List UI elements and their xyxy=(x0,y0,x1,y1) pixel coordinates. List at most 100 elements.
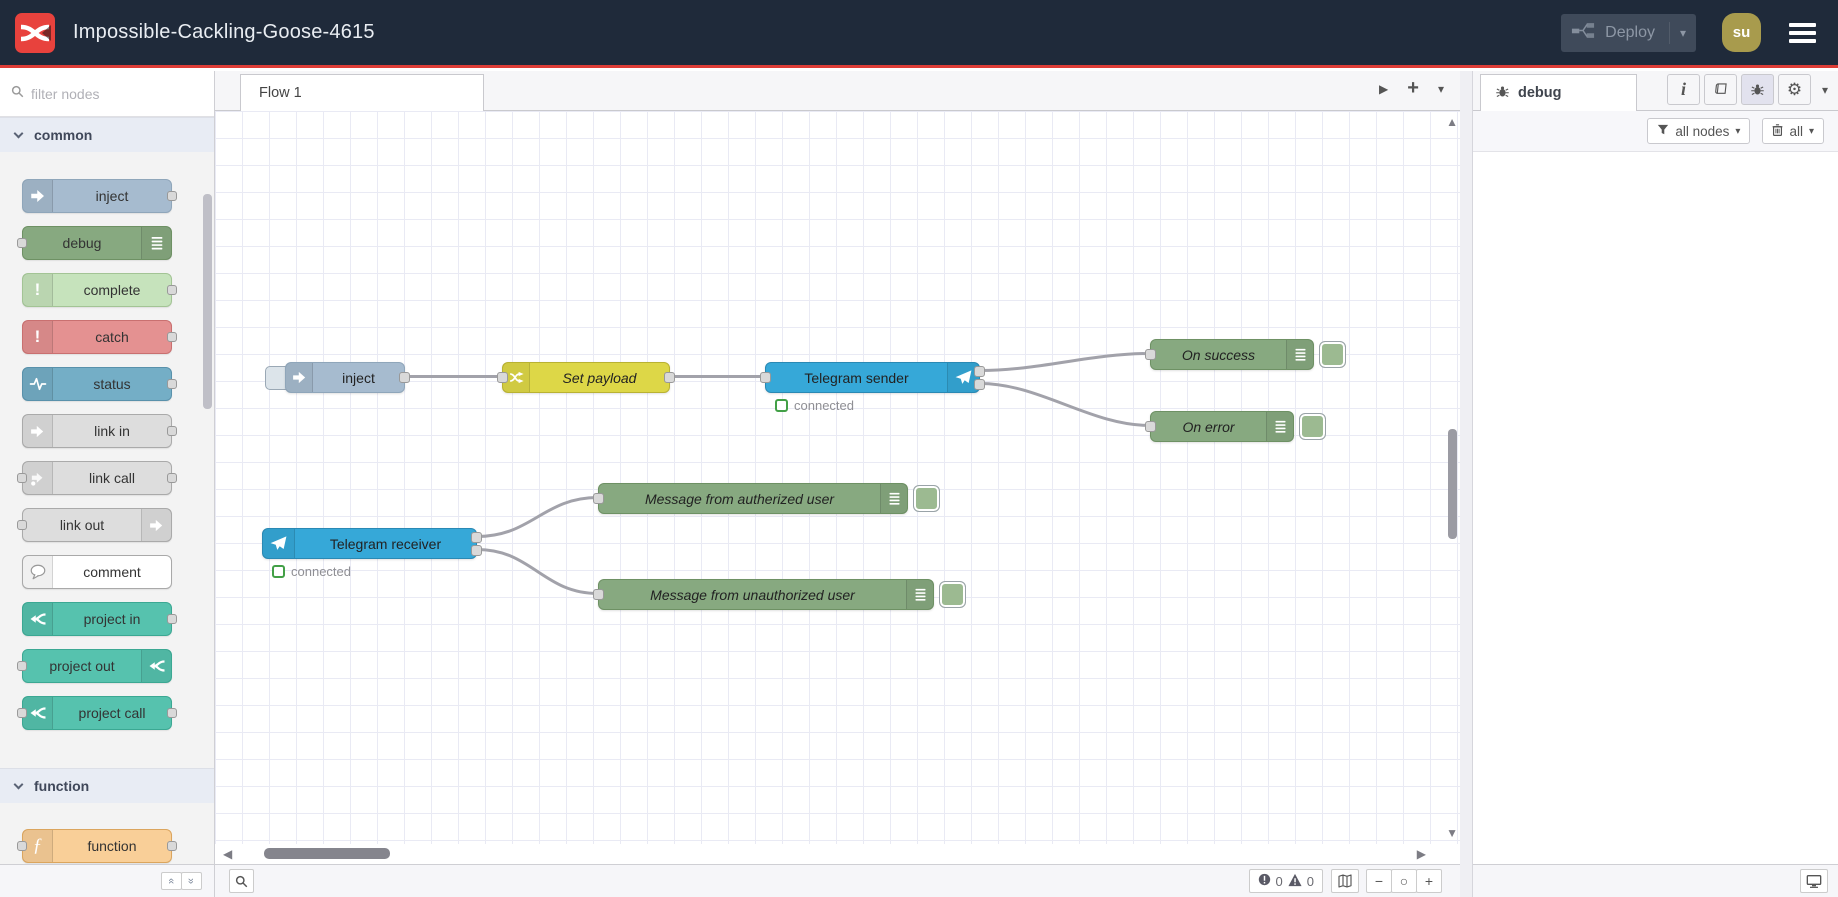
palette-filter-input[interactable] xyxy=(31,85,181,102)
flow-node-telegram-receiver[interactable]: Telegram receiver xyxy=(262,528,482,559)
palette-node-project-out[interactable]: project out xyxy=(17,649,172,683)
palette-scrollbar[interactable] xyxy=(203,194,212,794)
flow-node-inject[interactable]: inject xyxy=(285,362,410,393)
wire[interactable] xyxy=(476,496,599,538)
canvas-search-button[interactable] xyxy=(229,869,254,893)
error-circle-icon xyxy=(1258,873,1271,889)
wire[interactable] xyxy=(476,548,599,595)
input-port[interactable] xyxy=(760,372,771,383)
debug-lines-icon xyxy=(1266,412,1293,441)
palette-node-inject[interactable]: inject xyxy=(22,179,177,213)
flow-node-on-error[interactable]: On error xyxy=(1145,411,1294,442)
debug-enable-toggle[interactable] xyxy=(939,581,966,608)
input-port[interactable] xyxy=(1145,421,1156,432)
output-port-error[interactable] xyxy=(974,379,985,390)
navigator-map-button[interactable] xyxy=(1331,869,1359,893)
flow-canvas[interactable]: inject Set payload Telegram sender conne… xyxy=(215,111,1460,844)
node-label: Message from autherized user xyxy=(644,490,835,507)
debug-enable-toggle[interactable] xyxy=(1319,341,1346,368)
input-port xyxy=(17,473,27,483)
flow-node-on-success[interactable]: On success xyxy=(1145,339,1314,370)
user-avatar[interactable]: su xyxy=(1722,13,1761,52)
expand-all-button[interactable]: « xyxy=(181,872,202,890)
flow-list-chevron-icon[interactable]: ▾ xyxy=(1438,82,1444,96)
horizontal-scrollbar[interactable]: ◀ ▶ xyxy=(215,844,1460,864)
flow-node-message-unauthorized[interactable]: Message from unauthorized user xyxy=(593,579,934,610)
debug-enable-toggle[interactable] xyxy=(913,485,940,512)
debug-tab-button[interactable] xyxy=(1740,74,1774,105)
debug-enable-toggle[interactable] xyxy=(1299,413,1326,440)
scroll-left-icon[interactable]: ◀ xyxy=(223,847,232,861)
palette-node-link-out[interactable]: link out xyxy=(17,508,172,542)
input-port[interactable] xyxy=(497,372,508,383)
info-tab-button[interactable]: i xyxy=(1666,74,1700,105)
palette-node-catch[interactable]: ! catch xyxy=(22,320,177,354)
output-port xyxy=(167,473,177,483)
palette-node-label: project in xyxy=(83,611,141,627)
debug-clear-button[interactable]: all ▾ xyxy=(1762,118,1824,144)
scroll-down-icon[interactable]: ▼ xyxy=(1446,826,1458,840)
output-port[interactable] xyxy=(399,372,410,383)
scroll-up-icon[interactable]: ▲ xyxy=(1446,115,1458,129)
sidebar-tabbar: debug i ⚙ ▾ xyxy=(1473,71,1838,111)
zoom-in-button[interactable]: + xyxy=(1416,869,1442,893)
category-label: function xyxy=(34,778,90,794)
scrollbar-thumb[interactable] xyxy=(203,194,212,409)
category-common[interactable]: common xyxy=(0,117,214,152)
node-label: inject xyxy=(342,369,375,386)
debug-lines-icon xyxy=(1286,340,1313,369)
exclamation-icon: ! xyxy=(23,274,53,306)
palette-node-project-call[interactable]: project call xyxy=(17,696,177,730)
flow-node-message-authorized[interactable]: Message from autherized user xyxy=(593,483,908,514)
chevron-down-icon: ▾ xyxy=(1735,125,1741,137)
palette-node-link-call[interactable]: link call xyxy=(17,461,177,495)
scroll-right-icon[interactable]: ▶ xyxy=(1417,847,1426,861)
category-function[interactable]: function xyxy=(0,768,214,803)
palette-node-status[interactable]: status xyxy=(22,367,177,401)
zoom-reset-button[interactable]: ○ xyxy=(1391,869,1417,893)
tab-debug[interactable]: debug xyxy=(1480,74,1637,111)
wire[interactable] xyxy=(979,382,1151,427)
palette-node-comment[interactable]: comment xyxy=(22,555,172,589)
output-port-authorized[interactable] xyxy=(471,532,482,543)
sidebar-options-chevron-icon[interactable]: ▾ xyxy=(1822,83,1828,97)
status-square-icon xyxy=(272,565,285,578)
node-status: connected xyxy=(775,398,854,413)
status-text: connected xyxy=(794,398,854,413)
horizontal-scrollbar-thumb[interactable] xyxy=(264,848,390,859)
deploy-options-chevron-icon[interactable]: ▾ xyxy=(1680,26,1686,40)
output-port xyxy=(167,332,177,342)
wire[interactable] xyxy=(979,352,1151,372)
main-menu-button[interactable] xyxy=(1787,19,1818,47)
header: Impossible-Cackling-Goose-4615 Deploy ▾ … xyxy=(0,0,1838,68)
input-port[interactable] xyxy=(1145,349,1156,360)
status-wave-icon xyxy=(23,368,53,400)
flow-node-telegram-sender[interactable]: Telegram sender xyxy=(760,362,985,393)
output-port-unauthorized[interactable] xyxy=(471,545,482,556)
help-tab-button[interactable] xyxy=(1703,74,1737,105)
input-port xyxy=(17,238,27,248)
tab-scroll-right-icon[interactable]: ▶ xyxy=(1379,82,1388,96)
palette-node-function[interactable]: ƒ function xyxy=(17,829,177,863)
panel-splitter[interactable] xyxy=(1460,71,1473,897)
deploy-button[interactable]: Deploy ▾ xyxy=(1561,13,1696,52)
open-window-button[interactable] xyxy=(1800,869,1828,893)
collapse-all-button[interactable]: « xyxy=(161,872,182,890)
input-port[interactable] xyxy=(593,589,604,600)
config-nodes-tab-button[interactable]: ⚙ xyxy=(1777,74,1811,105)
output-port[interactable] xyxy=(664,372,675,383)
notification-badges[interactable]: 0 0 xyxy=(1248,869,1323,893)
output-port-success[interactable] xyxy=(974,366,985,377)
palette-node-complete[interactable]: ! complete xyxy=(22,273,177,307)
zoom-out-button[interactable]: − xyxy=(1366,869,1392,893)
input-port[interactable] xyxy=(593,493,604,504)
add-flow-button[interactable]: + xyxy=(1407,77,1419,100)
canvas-footer: 0 0 − ○ + xyxy=(215,864,1460,897)
vertical-scrollbar-thumb[interactable] xyxy=(1448,429,1457,539)
palette-node-project-in[interactable]: project in xyxy=(22,602,177,636)
palette-node-link-in[interactable]: link in xyxy=(22,414,177,448)
palette-node-debug[interactable]: debug xyxy=(17,226,172,260)
flow-node-set-payload[interactable]: Set payload xyxy=(497,362,675,393)
debug-filter-button[interactable]: all nodes ▾ xyxy=(1647,118,1751,144)
tab-flow-1[interactable]: Flow 1 xyxy=(240,74,484,111)
